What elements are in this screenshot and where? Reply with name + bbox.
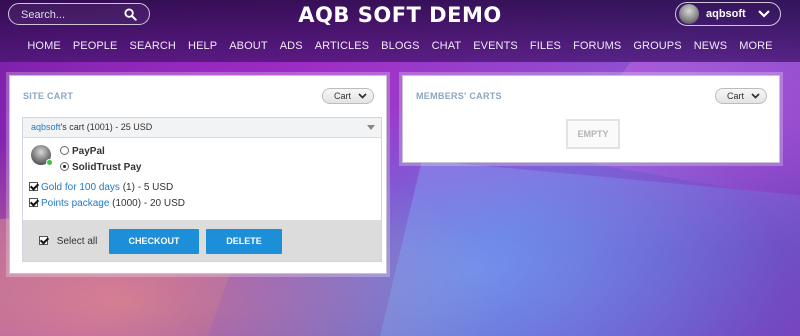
payment-option-solidtrust[interactable]: SolidTrust Pay bbox=[60, 162, 141, 173]
nav-item-news[interactable]: NEWS bbox=[694, 40, 727, 52]
nav-item-search[interactable]: SEARCH bbox=[130, 40, 176, 52]
online-status-icon bbox=[46, 159, 53, 166]
cart-menu-button[interactable]: Cart bbox=[715, 88, 767, 104]
nav-item-ads[interactable]: ADS bbox=[280, 40, 303, 52]
empty-button[interactable]: EMPTY bbox=[566, 119, 620, 149]
nav-item-blogs[interactable]: BLOGS bbox=[381, 40, 419, 52]
members-carts-title: MEMBERS' CARTS bbox=[416, 91, 502, 101]
cart-header[interactable]: aqbsoft's cart (1001) - 25 USD bbox=[23, 118, 381, 138]
payment-option-label: SolidTrust Pay bbox=[72, 162, 142, 173]
radio-button[interactable] bbox=[60, 146, 69, 155]
cart-summary: 's cart (1001) - 25 USD bbox=[60, 122, 153, 132]
select-all-label: Select all bbox=[56, 236, 98, 247]
nav-item-home[interactable]: HOME bbox=[27, 40, 60, 52]
select-all-checkbox[interactable] bbox=[39, 236, 48, 245]
payment-option-label: PayPal bbox=[72, 146, 105, 157]
item-details: (1) - 5 USD bbox=[119, 182, 174, 193]
cart-actions-bar: Select all CHECKOUT DELETE bbox=[23, 220, 381, 261]
nav-item-more[interactable]: MORE bbox=[739, 40, 772, 52]
item-link[interactable]: Points package bbox=[41, 198, 109, 209]
item-details: (1000) - 20 USD bbox=[109, 198, 185, 209]
nav-item-people[interactable]: PEOPLE bbox=[73, 40, 118, 52]
nav-item-articles[interactable]: ARTICLES bbox=[315, 40, 369, 52]
avatar[interactable] bbox=[679, 4, 699, 24]
cart-menu-label: Cart bbox=[334, 91, 352, 101]
members-carts-panel: MEMBERS' CARTS Cart EMPTY bbox=[402, 75, 780, 163]
nav-item-forums[interactable]: FORUMS bbox=[573, 40, 621, 52]
chevron-down-icon bbox=[751, 93, 760, 99]
cart-menu-label: Cart bbox=[727, 91, 745, 101]
nav-item-events[interactable]: EVENTS bbox=[473, 40, 518, 52]
cart-box: aqbsoft's cart (1001) - 25 USD PayPal So… bbox=[22, 117, 382, 262]
payment-option-paypal[interactable]: PayPal bbox=[60, 146, 105, 157]
cart-owner-link[interactable]: aqbsoft bbox=[31, 122, 61, 132]
cart-menu-button[interactable]: Cart bbox=[322, 88, 374, 104]
chevron-down-icon bbox=[358, 93, 367, 99]
site-cart-title: SITE CART bbox=[23, 91, 74, 101]
nav-item-groups[interactable]: GROUPS bbox=[633, 40, 681, 52]
radio-button[interactable] bbox=[60, 162, 69, 171]
nav-item-help[interactable]: HELP bbox=[188, 40, 217, 52]
delete-button[interactable]: DELETE bbox=[206, 229, 282, 254]
user-menu[interactable]: aqbsoft bbox=[675, 2, 781, 26]
site-header: AQB SOFT DEMO aqbsoft HOME PEOPLE SEARCH… bbox=[0, 0, 800, 62]
checkout-button[interactable]: CHECKOUT bbox=[109, 229, 199, 254]
main-nav: HOME PEOPLE SEARCH HELP ABOUT ADS ARTICL… bbox=[0, 40, 800, 52]
nav-item-files[interactable]: FILES bbox=[530, 40, 561, 52]
cart-item: Points package (1000) - 20 USD bbox=[29, 198, 185, 209]
nav-item-about[interactable]: ABOUT bbox=[229, 40, 267, 52]
chevron-down-icon[interactable] bbox=[758, 9, 770, 19]
caret-down-icon[interactable] bbox=[367, 125, 375, 130]
user-name[interactable]: aqbsoft bbox=[706, 8, 746, 20]
cart-item: Gold for 100 days (1) - 5 USD bbox=[29, 182, 173, 193]
nav-item-chat[interactable]: CHAT bbox=[432, 40, 462, 52]
item-checkbox[interactable] bbox=[29, 182, 38, 191]
select-all[interactable]: Select all bbox=[39, 236, 97, 247]
item-checkbox[interactable] bbox=[29, 198, 38, 207]
item-link[interactable]: Gold for 100 days bbox=[41, 182, 120, 193]
